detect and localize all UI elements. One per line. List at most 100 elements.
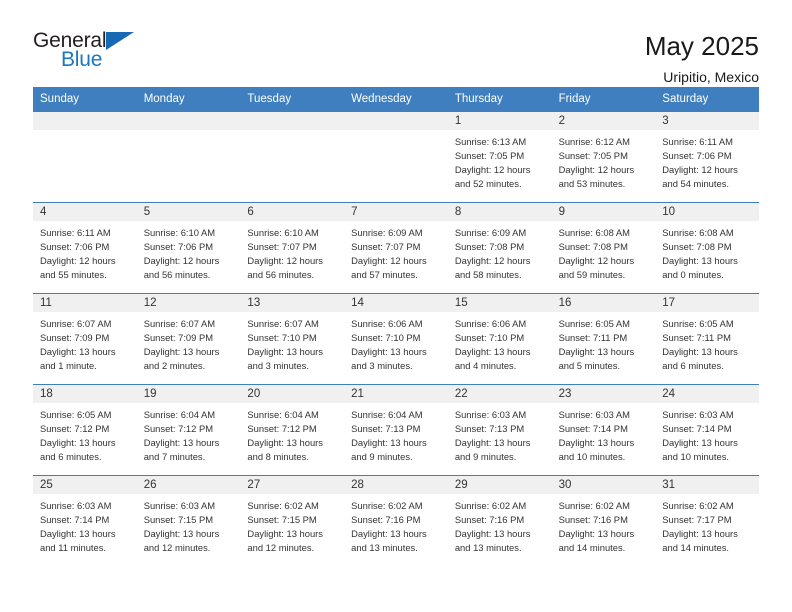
calendar-day-cell[interactable]: 3 Sunrise: 6:11 AM Sunset: 7:06 PM Daylight… <box>655 111 759 202</box>
day-number: 22 <box>447 384 552 403</box>
day-details: Sunrise: 6:02 AM Sunset: 7:16 PM Daylight:… <box>344 494 448 555</box>
daylight-text-line1: Daylight: 13 hours <box>143 527 220 539</box>
calendar-day-cell[interactable]: 12 Sunrise: 6:07 AM Sunset: 7:09 PM Dayligh… <box>136 293 241 384</box>
sunrise-text: Sunrise: 6:02 AM <box>662 499 734 511</box>
day-details: Sunrise: 6:13 AM Sunset: 7:05 PM Daylight:… <box>448 130 552 191</box>
calendar-day-cell[interactable]: 29 Sunrise: 6:02 AM Sunset: 7:16 PM Dayligh… <box>447 475 552 566</box>
calendar-day-cell[interactable]: 18 Sunrise: 6:05 AM Sunset: 7:12 PM Dayligh… <box>33 384 137 475</box>
calendar-day-cell[interactable]: 20 Sunrise: 6:04 AM Sunset: 7:12 PM Dayligh… <box>240 384 345 475</box>
sunset-text: Sunset: 7:16 PM <box>558 513 628 525</box>
day-details: Sunrise: 6:05 AM Sunset: 7:11 PM Daylight:… <box>552 312 656 373</box>
sunset-text: Sunset: 7:14 PM <box>558 422 628 434</box>
day-details: Sunrise: 6:08 AM Sunset: 7:08 PM Daylight:… <box>655 221 759 282</box>
calendar-day-cell[interactable]: 10 Sunrise: 6:08 AM Sunset: 7:08 PM Dayligh… <box>655 202 759 293</box>
calendar-grid: Sunday Monday Tuesday Wednesday Thursday… <box>33 87 759 566</box>
sunrise-text: Sunrise: 6:02 AM <box>454 499 527 511</box>
calendar-day-cell[interactable]: 13 Sunrise: 6:07 AM Sunset: 7:10 PM Dayligh… <box>240 293 345 384</box>
sunset-text: Sunset: 7:06 PM <box>40 240 110 252</box>
day-number: 10 <box>655 202 759 221</box>
calendar-day-cell[interactable]: 26 Sunrise: 6:03 AM Sunset: 7:15 PM Dayligh… <box>136 475 241 566</box>
daylight-text-line2: and 53 minutes. <box>558 177 626 189</box>
calendar-day-cell[interactable]: 28 Sunrise: 6:02 AM Sunset: 7:16 PM Dayligh… <box>344 475 448 566</box>
day-details: Sunrise: 6:02 AM Sunset: 7:16 PM Daylight:… <box>552 494 656 555</box>
sunset-text: Sunset: 7:08 PM <box>454 240 525 252</box>
daylight-text-line2: and 9 minutes. <box>454 450 517 462</box>
daylight-text-line2: and 56 minutes. <box>247 268 315 280</box>
daylight-text-line1: Daylight: 13 hours <box>40 345 116 357</box>
day-number: 2 <box>551 111 656 130</box>
weekday-header-row: Sunday Monday Tuesday Wednesday Thursday… <box>33 87 759 112</box>
calendar-day-cell[interactable]: 4 Sunrise: 6:11 AM Sunset: 7:06 PM Daylight… <box>33 202 137 293</box>
general-blue-logo: General Blue <box>33 30 153 70</box>
triangle-icon <box>106 32 135 50</box>
sunset-text: Sunset: 7:05 PM <box>454 149 525 161</box>
daylight-text-line1: Daylight: 13 hours <box>40 527 116 539</box>
weekday-header-wednesday: Wednesday <box>344 87 448 112</box>
day-number: 8 <box>447 202 552 221</box>
sunrise-text: Sunrise: 6:10 AM <box>143 226 216 238</box>
sunset-text: Sunset: 7:10 PM <box>454 331 525 343</box>
calendar-day-cell[interactable]: 24 Sunrise: 6:03 AM Sunset: 7:14 PM Dayligh… <box>655 384 759 475</box>
calendar-day-cell[interactable]: 19 Sunrise: 6:04 AM Sunset: 7:12 PM Dayligh… <box>136 384 241 475</box>
daylight-text-line2: and 13 minutes. <box>454 541 522 553</box>
calendar-day-cell[interactable]: 15 Sunrise: 6:06 AM Sunset: 7:10 PM Dayligh… <box>447 293 552 384</box>
sunrise-text: Sunrise: 6:02 AM <box>351 499 423 511</box>
sunrise-text: Sunrise: 6:03 AM <box>558 408 630 420</box>
calendar-day-cell[interactable]: 6 Sunrise: 6:10 AM Sunset: 7:07 PM Daylight… <box>240 202 345 293</box>
daylight-text-line1: Daylight: 13 hours <box>247 345 323 357</box>
sunset-text: Sunset: 7:09 PM <box>143 331 214 343</box>
sunrise-text: Sunrise: 6:11 AM <box>662 135 733 147</box>
sunrise-text: Sunrise: 6:07 AM <box>143 317 216 329</box>
daylight-text-line1: Daylight: 13 hours <box>40 436 116 448</box>
sunset-text: Sunset: 7:10 PM <box>247 331 317 343</box>
calendar-day-cell[interactable]: 9 Sunrise: 6:08 AM Sunset: 7:08 PM Daylight… <box>551 202 656 293</box>
calendar-day-cell[interactable]: 17 Sunrise: 6:05 AM Sunset: 7:11 PM Dayligh… <box>655 293 759 384</box>
sunrise-text: Sunrise: 6:06 AM <box>351 317 423 329</box>
calendar-day-cell[interactable]: 21 Sunrise: 6:04 AM Sunset: 7:13 PM Dayligh… <box>344 384 448 475</box>
calendar-day-cell[interactable]: 1 Sunrise: 6:13 AM Sunset: 7:05 PM Daylight… <box>447 111 552 202</box>
daylight-text-line1: Daylight: 13 hours <box>454 527 531 539</box>
daylight-text-line2: and 59 minutes. <box>558 268 626 280</box>
calendar-day-cell[interactable]: 14 Sunrise: 6:06 AM Sunset: 7:10 PM Dayligh… <box>344 293 448 384</box>
calendar-day-cell[interactable]: 16 Sunrise: 6:05 AM Sunset: 7:11 PM Dayligh… <box>551 293 656 384</box>
calendar-day-cell[interactable]: 5 Sunrise: 6:10 AM Sunset: 7:06 PM Daylight… <box>136 202 241 293</box>
calendar-week-row: 11 Sunrise: 6:07 AM Sunset: 7:09 PM Dayligh… <box>33 292 759 384</box>
day-number: 21 <box>344 384 448 403</box>
calendar-day-cell[interactable]: 31 Sunrise: 6:02 AM Sunset: 7:17 PM Dayligh… <box>655 475 759 566</box>
daylight-text-line2: and 6 minutes. <box>40 450 102 462</box>
sunrise-text: Sunrise: 6:04 AM <box>247 408 319 420</box>
calendar-week-row: 25 Sunrise: 6:03 AM Sunset: 7:14 PM Dayligh… <box>33 474 759 566</box>
sunrise-text: Sunrise: 6:09 AM <box>351 226 423 238</box>
sunrise-text: Sunrise: 6:12 AM <box>558 135 630 147</box>
sunset-text: Sunset: 7:12 PM <box>40 422 110 434</box>
daylight-text-line1: Daylight: 12 hours <box>247 254 323 266</box>
calendar-day-cell[interactable]: 8 Sunrise: 6:09 AM Sunset: 7:08 PM Daylight… <box>447 202 552 293</box>
daylight-text-line1: Daylight: 13 hours <box>351 345 427 357</box>
day-number <box>344 111 448 130</box>
day-details: Sunrise: 6:03 AM Sunset: 7:15 PM Daylight:… <box>137 494 241 555</box>
calendar-day-cell[interactable]: 11 Sunrise: 6:07 AM Sunset: 7:09 PM Dayligh… <box>33 293 137 384</box>
calendar-day-cell[interactable]: 30 Sunrise: 6:02 AM Sunset: 7:16 PM Dayligh… <box>551 475 656 566</box>
calendar-day-cell[interactable]: 7 Sunrise: 6:09 AM Sunset: 7:07 PM Daylight… <box>344 202 448 293</box>
day-number: 13 <box>240 293 345 312</box>
calendar-day-cell[interactable]: 27 Sunrise: 6:02 AM Sunset: 7:15 PM Dayligh… <box>240 475 345 566</box>
sunrise-text: Sunrise: 6:05 AM <box>558 317 630 329</box>
day-details: Sunrise: 6:11 AM Sunset: 7:06 PM Daylight:… <box>33 221 137 282</box>
calendar-day-cell[interactable]: 23 Sunrise: 6:03 AM Sunset: 7:14 PM Dayligh… <box>551 384 656 475</box>
sunrise-text: Sunrise: 6:08 AM <box>662 226 734 238</box>
sunrise-text: Sunrise: 6:03 AM <box>662 408 734 420</box>
daylight-text-line2: and 12 minutes. <box>143 541 211 553</box>
day-number <box>240 111 345 130</box>
calendar-day-cell[interactable]: 2 Sunrise: 6:12 AM Sunset: 7:05 PM Daylight… <box>551 111 656 202</box>
day-number: 17 <box>655 293 759 312</box>
sunset-text: Sunset: 7:06 PM <box>143 240 214 252</box>
daylight-text-line1: Daylight: 13 hours <box>662 254 738 266</box>
page-header: General Blue May 2025 Uripitio, Mexico <box>33 0 759 85</box>
calendar-day-cell[interactable]: 22 Sunrise: 6:03 AM Sunset: 7:13 PM Dayligh… <box>447 384 552 475</box>
logo-text-blue: Blue <box>61 48 103 71</box>
calendar-day-cell[interactable]: 25 Sunrise: 6:03 AM Sunset: 7:14 PM Dayligh… <box>33 475 137 566</box>
weekday-header-thursday: Thursday <box>447 87 552 112</box>
day-number: 26 <box>136 475 241 494</box>
sunset-text: Sunset: 7:13 PM <box>454 422 525 434</box>
daylight-text-line2: and 56 minutes. <box>143 268 211 280</box>
